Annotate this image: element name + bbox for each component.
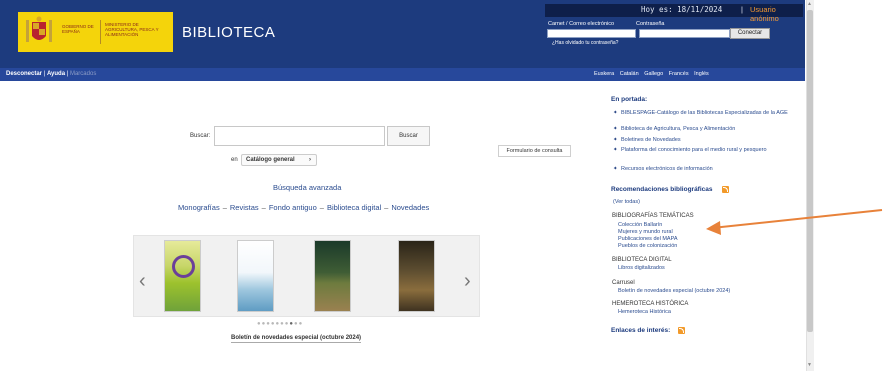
annotation-arrow-icon	[706, 209, 883, 235]
